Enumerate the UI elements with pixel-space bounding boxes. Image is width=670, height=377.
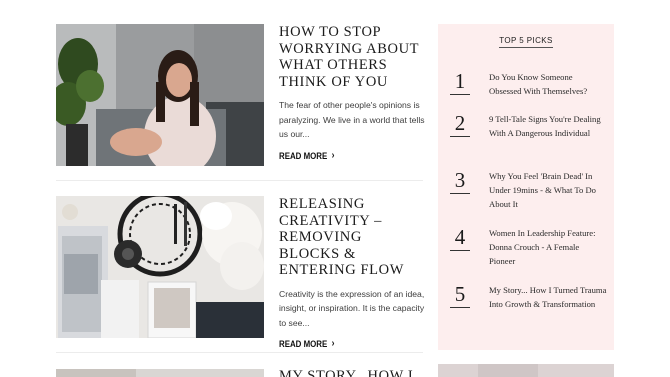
read-more-label: READ MORE bbox=[279, 339, 328, 349]
post-title[interactable]: HOW TO STOP WORRYING ABOUT WHAT OTHERS T… bbox=[279, 24, 425, 90]
chevron-right-icon: › bbox=[331, 149, 335, 161]
chevron-right-icon: › bbox=[331, 338, 335, 349]
post-title[interactable]: RELEASING CREATIVITY – REMOVING BLOCKS &… bbox=[279, 196, 425, 279]
sidebar-title: TOP 5 PICKS bbox=[438, 36, 614, 48]
post-title[interactable]: MY STORY.. HOW I bbox=[279, 368, 425, 377]
pick-link[interactable]: Why You Feel 'Brain Dead' In Under 19min… bbox=[489, 169, 607, 211]
pick-number-underline bbox=[450, 193, 470, 194]
post-divider bbox=[56, 352, 423, 353]
post-excerpt: The fear of other people's opinions is p… bbox=[279, 100, 425, 139]
pick-number: 1 bbox=[454, 69, 466, 93]
sidebar-next-widget bbox=[438, 364, 614, 377]
pick-number-underline bbox=[450, 307, 470, 308]
post-thumbnail[interactable] bbox=[56, 368, 264, 377]
pick-number-underline bbox=[450, 94, 470, 95]
blog-post: MY STORY.. HOW I bbox=[56, 368, 423, 377]
post-image bbox=[56, 369, 264, 377]
pick-link[interactable]: Do You Know Someone Obsessed With Themse… bbox=[489, 70, 607, 98]
pick-link[interactable]: 9 Tell-Tale Signs You're Dealing With A … bbox=[489, 112, 607, 140]
top-pick-item[interactable]: 5 My Story... How I Turned Trauma Into G… bbox=[450, 283, 610, 333]
top-picks-sidebar: TOP 5 PICKS 1 Do You Know Someone Obsess… bbox=[438, 24, 614, 350]
pick-number-underline bbox=[450, 250, 470, 251]
read-more-link[interactable]: READ MORE › bbox=[279, 149, 335, 161]
blog-post: RELEASING CREATIVITY – REMOVING BLOCKS &… bbox=[56, 196, 424, 349]
pick-number: 5 bbox=[454, 282, 466, 306]
pick-number-underline bbox=[450, 136, 470, 137]
creative-flatlay-image bbox=[56, 196, 264, 338]
top-pick-item[interactable]: 2 9 Tell-Tale Signs You're Dealing With … bbox=[450, 112, 610, 162]
post-thumbnail[interactable] bbox=[56, 24, 264, 166]
blog-post: HOW TO STOP WORRYING ABOUT WHAT OTHERS T… bbox=[56, 24, 425, 166]
woman-portrait-image bbox=[56, 24, 264, 166]
top-pick-item[interactable]: 3 Why You Feel 'Brain Dead' In Under 19m… bbox=[450, 169, 610, 219]
pick-number: 2 bbox=[454, 111, 466, 135]
sidebar-widget-image bbox=[438, 364, 614, 377]
pick-number: 3 bbox=[454, 168, 466, 192]
pick-link[interactable]: My Story... How I Turned Trauma Into Gro… bbox=[489, 283, 607, 311]
pick-number: 4 bbox=[454, 225, 466, 249]
post-divider bbox=[56, 180, 423, 181]
post-thumbnail[interactable] bbox=[56, 196, 264, 338]
post-content: HOW TO STOP WORRYING ABOUT WHAT OTHERS T… bbox=[279, 24, 425, 164]
post-excerpt: Creativity is the expression of an idea,… bbox=[279, 288, 425, 328]
top-pick-item[interactable]: 4 Women In Leadership Feature: Donna Cro… bbox=[450, 226, 610, 276]
read-more-link[interactable]: READ MORE › bbox=[279, 338, 335, 350]
read-more-label: READ MORE bbox=[279, 150, 328, 161]
pick-link[interactable]: Women In Leadership Feature: Donna Crouc… bbox=[489, 226, 607, 268]
post-content: RELEASING CREATIVITY – REMOVING BLOCKS &… bbox=[279, 196, 425, 352]
post-content: MY STORY.. HOW I bbox=[279, 368, 425, 377]
top-pick-item[interactable]: 1 Do You Know Someone Obsessed With Them… bbox=[450, 70, 610, 110]
